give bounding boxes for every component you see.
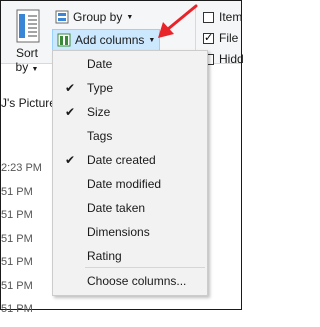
list-item: 51 PM: [1, 232, 33, 245]
check-icon: ✔: [64, 105, 76, 119]
list-item: 51 PM: [1, 185, 33, 198]
menu-item-tags[interactable]: Tags: [53, 124, 207, 148]
menu-item-choose-columns[interactable]: Choose columns...: [53, 269, 207, 293]
add-columns-icon: [57, 33, 71, 47]
add-columns-menu: Date ✔ Type ✔ Size Tags ✔ Date created Date…: [52, 50, 208, 296]
hidden-items-toggle[interactable]: Hidd: [203, 52, 244, 66]
group-by-label: Group by: [73, 10, 123, 24]
list-item: 51 PM: [1, 209, 33, 221]
check-icon: ✔: [64, 81, 76, 95]
list-item: 51 PM: [1, 279, 33, 292]
checkbox[interactable]: [203, 31, 214, 44]
sort-by-label: Sort by ▼: [15, 46, 39, 74]
time-column: 2:23 PM 51 PM 51 PM 51 PM 51 PM 51 PM 51…: [1, 162, 42, 327]
menu-divider: [85, 267, 205, 268]
add-columns-label: Add columns: [75, 33, 145, 47]
menu-item-size[interactable]: ✔ Size: [53, 100, 207, 124]
menu-item-date-taken[interactable]: Date taken: [53, 196, 207, 220]
menu-item-date-modified[interactable]: Date modified: [53, 172, 207, 196]
list-item: 2:23 PM: [1, 162, 42, 174]
chevron-down-icon: ▼: [31, 66, 39, 73]
breadcrumb[interactable]: J's Picture: [1, 96, 56, 110]
menu-item-dimensions[interactable]: Dimensions: [53, 220, 207, 244]
group-by-icon: [55, 10, 69, 24]
menu-item-date[interactable]: Date: [53, 52, 207, 76]
menu-item-type[interactable]: ✔ Type: [53, 76, 207, 100]
menu-item-rating[interactable]: Rating: [53, 244, 207, 268]
checkbox-label: Hidd: [219, 52, 244, 66]
file-name-extensions-toggle[interactable]: File: [203, 31, 238, 45]
group-by-button[interactable]: Group by ▼: [55, 7, 133, 27]
menu-item-date-created[interactable]: ✔ Date created: [53, 148, 207, 172]
checkbox-label: Item: [219, 10, 243, 24]
checkbox[interactable]: [203, 11, 214, 23]
check-icon: ✔: [64, 153, 76, 167]
list-item: 51 PM: [1, 256, 33, 268]
chevron-down-icon: ▼: [148, 36, 156, 44]
sort-icon: [16, 9, 40, 43]
chevron-down-icon: ▼: [126, 13, 134, 21]
sort-by-button[interactable]: Sort by ▼: [9, 7, 45, 74]
add-columns-button[interactable]: Add columns ▼: [52, 29, 161, 51]
list-item: 51 PM: [1, 303, 33, 315]
checkbox-label: File: [219, 31, 239, 45]
item-check-boxes-toggle[interactable]: Item: [203, 10, 242, 24]
